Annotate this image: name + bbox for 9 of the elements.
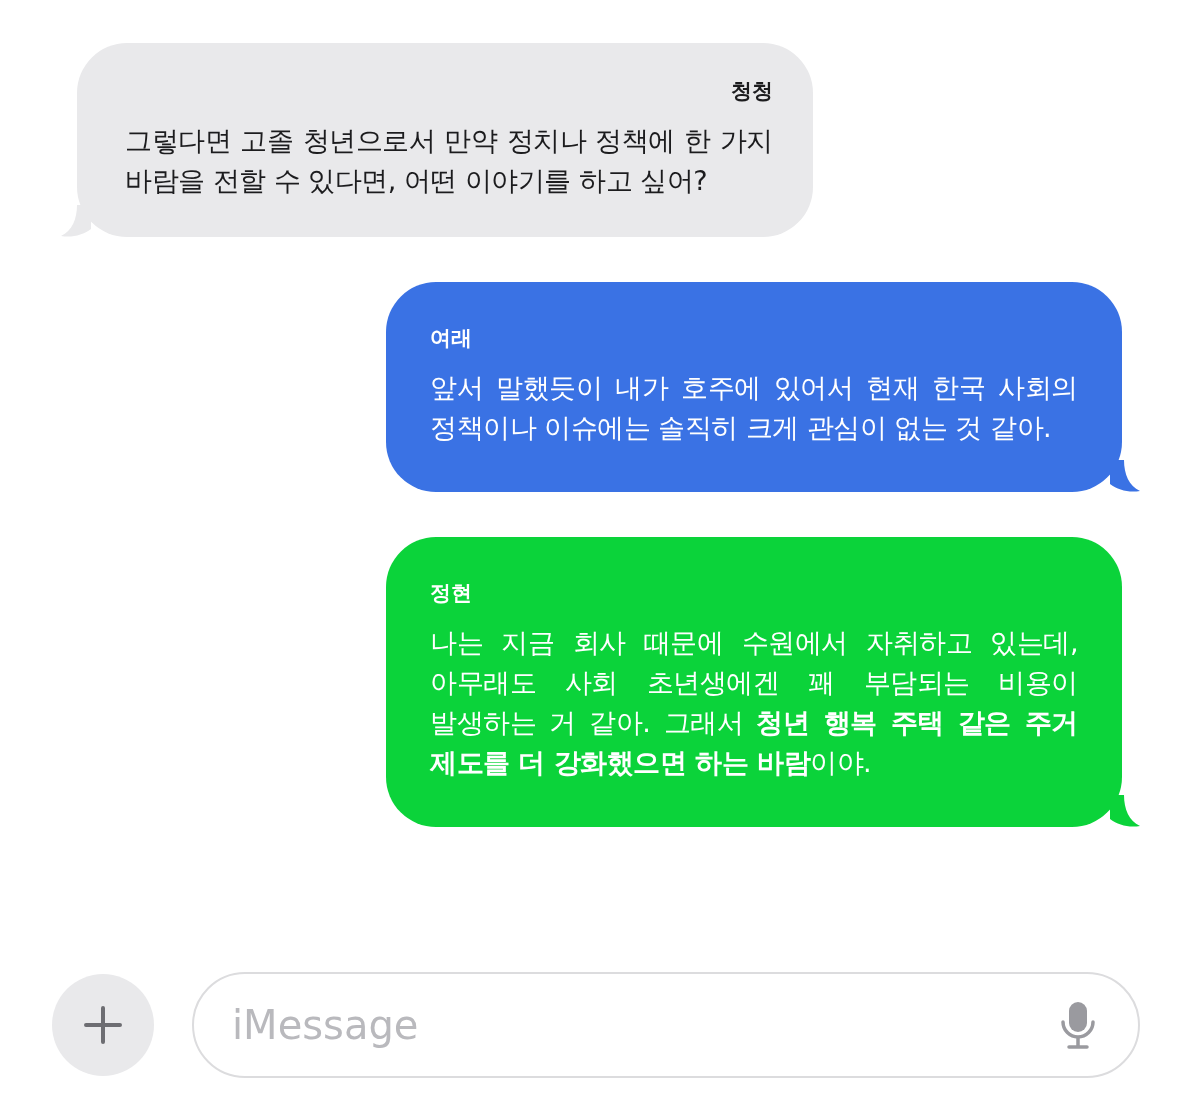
message-text: 앞서 말했듯이 내가 호주에 있어서 현재 한국 사회의 정책이나 이슈에는 솔직히 크게 관심이 없는 것 같아. <box>430 371 1078 445</box>
sender-name: 여래 <box>430 325 473 352</box>
sender-name: 정현 <box>430 580 473 607</box>
plus-icon <box>83 1005 123 1045</box>
message-field[interactable]: iMessage <box>192 972 1140 1078</box>
message-text: 그렇다면 고졸 청년으로서 만약 정치나 정책에 한 가지 바람을 전할 수 있다면, 어떤 이야기를 하고 싶어? <box>125 124 773 198</box>
message-text: 나는 지금 회사 때문에 수원에서 자취하고 있는데, 아무래도 사회 초년생에겐 꽤 부담되는 비용이 발생하는 거 같아. 그래서 청년 행복 주택 같은 주거 제도를 더 강화했으면 하는 바람이야. <box>430 626 1078 780</box>
sender-name: 청청 <box>730 78 773 105</box>
microphone-icon[interactable] <box>1060 1000 1096 1050</box>
